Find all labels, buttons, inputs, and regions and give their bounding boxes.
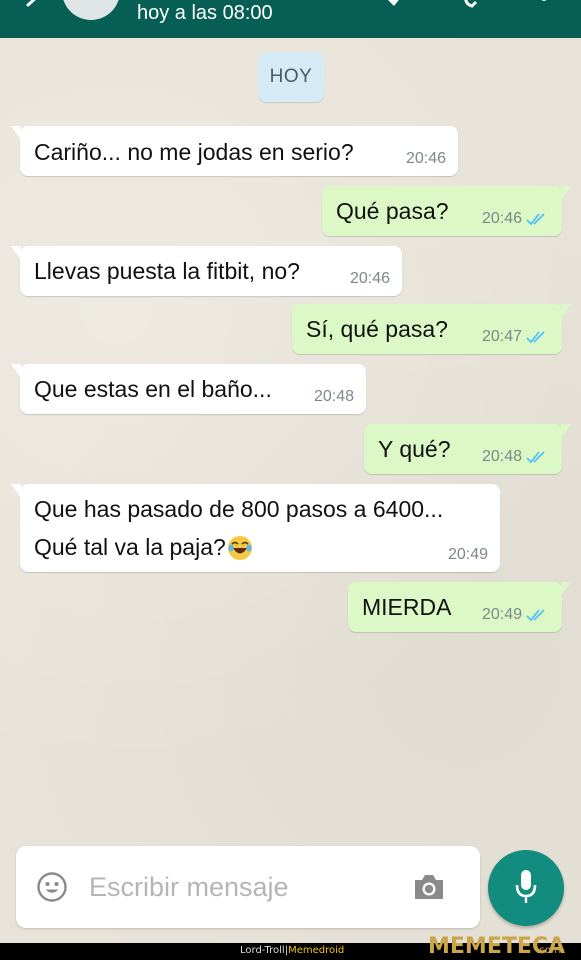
message-text: Sí, qué pasa? <box>306 316 448 342</box>
message-composer[interactable]: Escribir mensaje <box>16 846 480 928</box>
credit-site: Memedroid <box>288 945 345 956</box>
read-receipt-icon <box>526 609 545 622</box>
chat-header: hoy a las 08:00 <box>0 0 581 38</box>
message-text: Y qué? <box>378 436 451 462</box>
bubble-tail <box>561 186 571 200</box>
message-text-line2: Qué tal va la paja? <box>34 534 253 561</box>
message-incoming[interactable]: Que estas en el baño... 20:48 <box>11 364 366 414</box>
voice-message-button[interactable] <box>488 850 564 926</box>
message-outgoing[interactable]: Sí, qué pasa? 20:47 <box>292 304 571 354</box>
meme-credit: Lord-Troll|Memedroid <box>240 945 344 956</box>
mic-icon <box>515 870 537 903</box>
message-incoming[interactable]: Llevas puesta la fitbit, no? 20:46 <box>11 246 402 296</box>
bubble-tail <box>561 304 571 318</box>
message-text: Que estas en el baño... <box>34 376 272 402</box>
message-time: 20:47 <box>481 328 522 345</box>
message-time: 20:48 <box>481 448 522 465</box>
message-meta: 20:46 <box>406 150 446 168</box>
watermark-strip: Lord-Troll|Memedroid MEMETECA .com <box>0 934 581 960</box>
message-meta: 20:46 <box>482 210 550 228</box>
emoji-icon[interactable] <box>36 871 68 903</box>
contact-avatar[interactable] <box>62 0 120 20</box>
message-incoming[interactable]: Cariño... no me jodas en serio? 20:46 <box>11 126 458 176</box>
bubble-tail <box>11 364 21 378</box>
more-options-icon[interactable] <box>538 0 550 14</box>
bubble-tail <box>561 424 571 438</box>
video-call-icon[interactable] <box>380 0 406 14</box>
message-input[interactable]: Escribir mensaje <box>89 872 289 903</box>
bubble-tail <box>11 246 21 260</box>
message-time: 20:48 <box>313 388 354 405</box>
read-receipt-icon <box>526 331 545 344</box>
message-time: 20:46 <box>405 150 446 167</box>
message-text: Cariño... no me jodas en serio? <box>34 139 354 165</box>
message-time: 20:46 <box>481 210 522 227</box>
message-outgoing[interactable]: Qué pasa? 20:46 <box>322 186 571 236</box>
message-outgoing[interactable]: Y qué? 20:48 <box>364 424 571 474</box>
credit-author: Lord-Troll <box>240 945 285 956</box>
bubble-tail <box>11 484 21 498</box>
camera-icon[interactable] <box>412 872 446 902</box>
watermark-domain: .com <box>536 945 561 956</box>
bubble-tail <box>561 582 571 596</box>
message-meta: 20:46 <box>350 270 390 288</box>
back-arrow-icon[interactable] <box>22 0 44 16</box>
message-outgoing[interactable]: MIERDA 20:49 <box>348 582 571 632</box>
message-text: Llevas puesta la fitbit, no? <box>34 258 300 284</box>
message-time: 20:46 <box>349 270 390 287</box>
message-incoming[interactable]: Que has pasado de 800 pasos a 6400... Qu… <box>11 484 500 572</box>
date-separator: HOY <box>258 52 324 102</box>
last-seen-status: hoy a las 08:00 <box>137 2 273 24</box>
message-time: 20:49 <box>447 546 488 563</box>
message-meta: 20:49 <box>448 546 488 564</box>
message-meta: 20:48 <box>482 448 550 466</box>
message-meta: 20:47 <box>482 328 550 346</box>
message-time: 20:49 <box>481 606 522 623</box>
message-text: Que has pasado de 800 pasos a 6400... <box>34 496 444 522</box>
read-receipt-icon <box>526 213 545 226</box>
laughing-emoji-icon <box>227 535 252 560</box>
message-text: Qué tal va la paja? <box>34 534 226 560</box>
message-meta: 20:48 <box>314 388 354 406</box>
read-receipt-icon <box>526 451 545 464</box>
phone-call-icon[interactable] <box>458 0 484 14</box>
message-text: MIERDA <box>362 594 452 620</box>
bubble-tail <box>11 126 21 140</box>
message-meta: 20:49 <box>482 606 550 624</box>
message-text: Qué pasa? <box>336 198 449 224</box>
